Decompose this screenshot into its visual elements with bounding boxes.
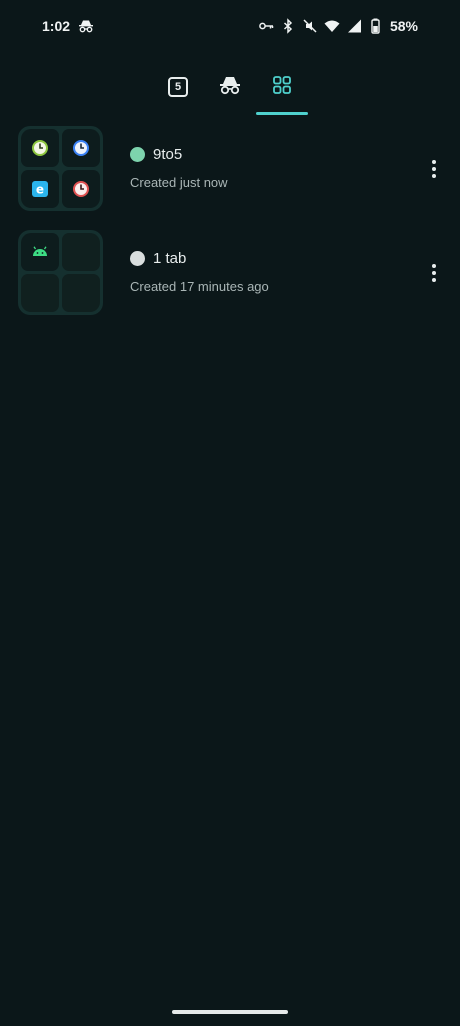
group-thumbnail[interactable] [18, 230, 103, 315]
incognito-icon [219, 75, 241, 100]
tab-incognito[interactable] [204, 62, 256, 112]
group-created-time: Created just now [130, 175, 228, 190]
more-vert-icon-dot [432, 167, 436, 171]
home-gesture-bar[interactable] [172, 1010, 288, 1014]
group-title: 9to5 [130, 146, 182, 163]
e-blue-icon: e [32, 181, 48, 197]
incognito-icon [78, 18, 94, 34]
bluetooth-icon [280, 18, 296, 34]
group-title: 1 tab [130, 250, 186, 267]
key-icon [258, 18, 274, 34]
battery-icon [368, 18, 384, 34]
battery-percent: 58% [389, 18, 418, 34]
status-bar: 1:02 58% [0, 0, 460, 56]
mute-icon [302, 18, 318, 34]
group-thumbnail[interactable]: e [18, 126, 103, 211]
tab-switcher-toolbar: 5 [152, 62, 322, 118]
thumbnail-cell [62, 170, 100, 208]
thumbnail-cell [62, 129, 100, 167]
tab-normal-tabs[interactable]: 5 [152, 62, 204, 112]
group-title-text: 1 tab [153, 250, 187, 267]
status-time: 1:02 [42, 18, 71, 34]
tab-count-badge: 5 [168, 77, 188, 97]
thumbnail-cell [62, 274, 100, 312]
thumbnail-cell [21, 129, 59, 167]
group-title-text: 9to5 [153, 146, 183, 163]
thumbnail-cell [21, 274, 59, 312]
signal-icon [346, 18, 362, 34]
clock-red-icon [73, 181, 89, 197]
android-icon [33, 246, 47, 256]
status-left: 1:02 [42, 18, 94, 34]
tab-tab-groups[interactable] [256, 62, 308, 112]
more-options-button[interactable] [424, 154, 444, 184]
clock-green-icon [32, 140, 48, 156]
tab-group-item[interactable]: e 9to5 Created just now [0, 124, 460, 220]
clock-blue-icon [73, 140, 89, 156]
tab-groups-icon [272, 75, 292, 100]
more-vert-icon-dot [432, 174, 436, 178]
more-options-button[interactable] [424, 258, 444, 288]
thumbnail-cell [21, 233, 59, 271]
more-vert-icon [432, 264, 436, 268]
svg-text:e: e [36, 183, 44, 197]
more-vert-icon-dot [432, 271, 436, 275]
thumbnail-cell [62, 233, 100, 271]
more-vert-icon-dot [432, 278, 436, 282]
selected-tab-indicator [256, 112, 308, 115]
more-vert-icon [432, 160, 436, 164]
tab-group-item[interactable]: 1 tab Created 17 minutes ago [0, 228, 460, 324]
status-right: 58% [258, 18, 418, 34]
wifi-icon [324, 18, 340, 34]
group-color-dot [130, 251, 145, 266]
thumbnail-cell: e [21, 170, 59, 208]
group-created-time: Created 17 minutes ago [130, 279, 269, 294]
group-color-dot [130, 147, 145, 162]
